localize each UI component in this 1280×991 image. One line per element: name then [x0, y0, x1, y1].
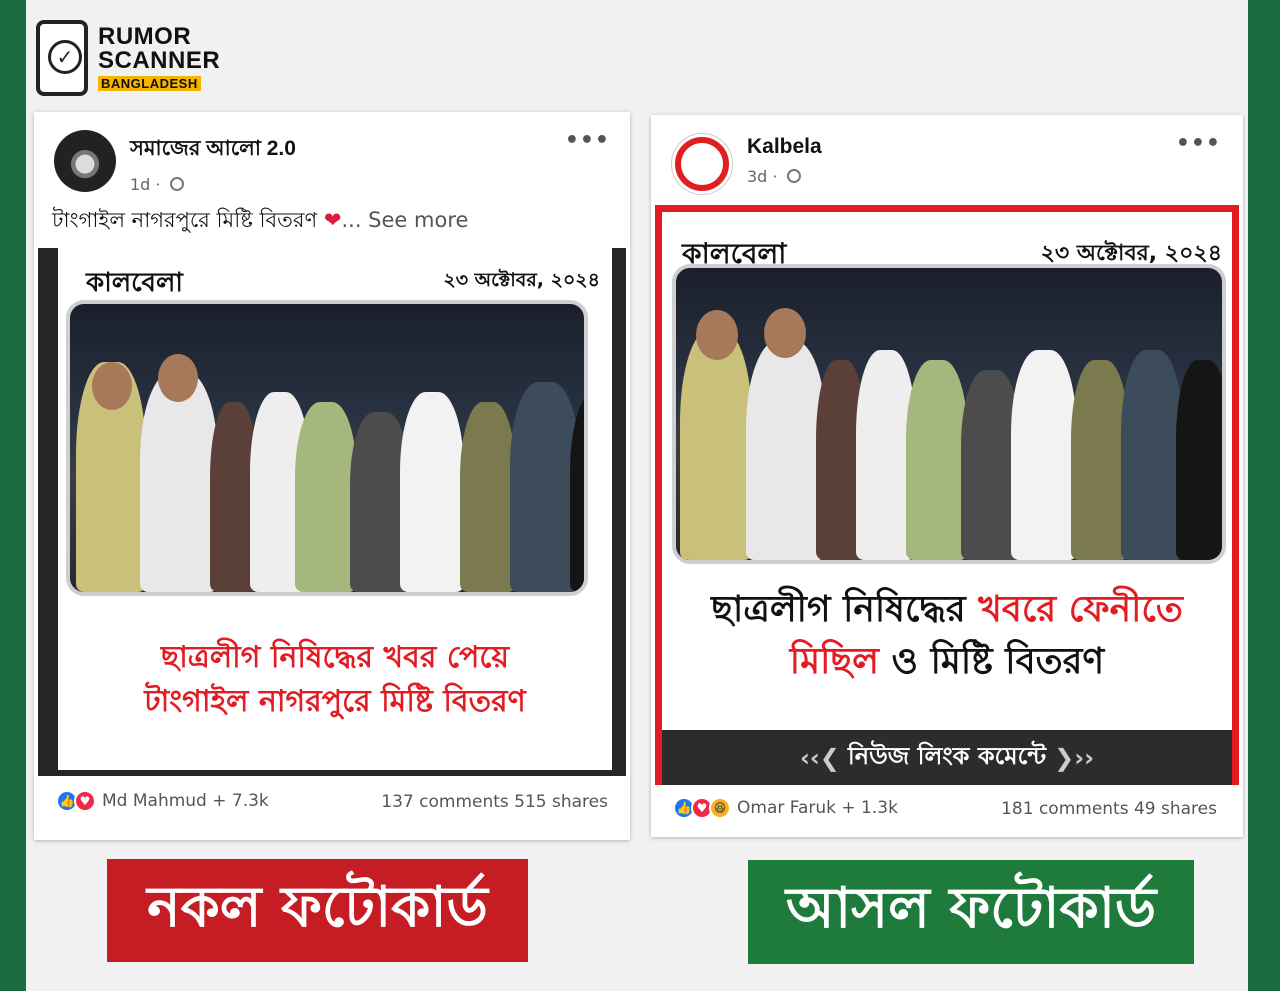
- post-header: Kalbela 3d ·: [671, 133, 822, 195]
- chevron-left-icon: ‹‹❮: [799, 744, 840, 772]
- card-headline: ছাত্রলীগ নিষিদ্ধের খবরে ফেনীতে মিছিল ও ম…: [711, 589, 1183, 683]
- photocard-image[interactable]: কালবেলা ২৩ অক্টোবর, ২০২৪ ছাত্রলীগ নিষিদ্…: [38, 248, 626, 776]
- page-name[interactable]: Kalbela: [747, 135, 822, 159]
- reactions-summary[interactable]: 👍 ♥ Md Mahmud + 7.3k: [56, 790, 269, 812]
- card-headline: ছাত্রলীগ নিষিদ্ধের খবর পেয়ে টাংগাইল নাগ…: [144, 640, 526, 719]
- more-options-icon[interactable]: •••: [1176, 131, 1221, 156]
- fake-facebook-post: সমাজের আলো 2.0 1d · ••• টাংগাইল নাগরপুরে…: [34, 112, 630, 840]
- globe-icon: [786, 169, 801, 183]
- reactions-summary[interactable]: 👍 ♥ 😆 Omar Faruk + 1.3k: [673, 797, 898, 819]
- news-photo: [66, 300, 588, 596]
- comments-shares[interactable]: 137 comments 515 shares: [381, 792, 608, 812]
- news-photo: [672, 264, 1226, 564]
- comparison-canvas: ✓ RUMOR SCANNER BANGLADESH সমাজের আলো 2.…: [26, 0, 1248, 991]
- post-time: 1d ·: [130, 175, 296, 194]
- real-facebook-post: Kalbela 3d · ••• কালবেলা ২৩ অক্টোবর, ২০২…: [651, 115, 1243, 837]
- page-avatar[interactable]: [54, 130, 116, 192]
- rumor-scanner-logo: ✓ RUMOR SCANNER BANGLADESH: [36, 20, 220, 96]
- card-date: ২৩ অক্টোবর, ২০২৪: [443, 269, 600, 291]
- post-time: 3d ·: [747, 167, 822, 186]
- post-header: সমাজের আলো 2.0 1d ·: [54, 130, 296, 194]
- logo-line-2: SCANNER: [98, 47, 221, 74]
- phone-check-icon: ✓: [36, 20, 88, 96]
- haha-reaction-icon: 😆: [709, 797, 731, 819]
- love-reaction-icon: ♥: [74, 790, 96, 812]
- logo-line-3: BANGLADESH: [98, 76, 201, 91]
- chevron-right-icon: ❯››: [1054, 744, 1094, 772]
- logo-line-1: RUMOR: [98, 23, 192, 50]
- news-link-banner: ‹‹❮ নিউজ লিংক কমেন্টে ❯››: [662, 730, 1232, 785]
- kalbela-logo-icon: [675, 137, 729, 191]
- photocard-image[interactable]: কালবেলা ২৩ অক্টোবর, ২০২৪ ছাত্রলীগ নিষিদ্…: [655, 205, 1239, 785]
- comments-shares[interactable]: 181 comments 49 shares: [1001, 799, 1217, 819]
- see-more-link[interactable]: ... See more: [341, 208, 468, 232]
- globe-icon: [169, 177, 184, 191]
- more-options-icon[interactable]: •••: [565, 128, 610, 153]
- real-photocard-label: আসল ফটোকার্ড: [748, 860, 1194, 964]
- fake-photocard-label: নকল ফটোকার্ড: [107, 859, 528, 962]
- post-caption: টাংগাইল নাগরপুরে মিষ্টি বিতরণ ❤... See m…: [52, 208, 469, 232]
- heart-icon: ❤: [323, 208, 342, 232]
- page-avatar[interactable]: [671, 133, 733, 195]
- page-name[interactable]: সমাজের আলো 2.0: [130, 132, 296, 167]
